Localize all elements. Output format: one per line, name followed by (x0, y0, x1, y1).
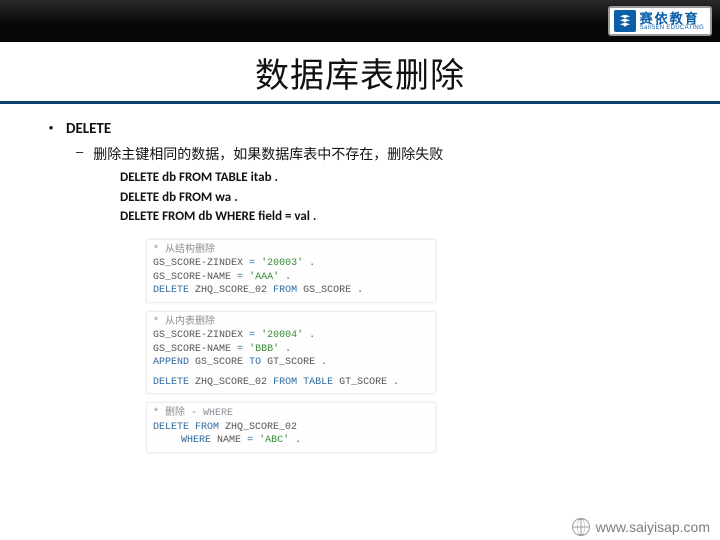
comment: * 从内表删除 (153, 317, 215, 328)
footer-url: www.saiyisap.com (596, 519, 710, 535)
snippet-2: * 从内表删除 GS_SCORE-ZINDEX = '20004' . GS_S… (146, 311, 436, 395)
content-area: • DELETE – 删除主键相同的数据，如果数据库表中不存在，删除失败 DEL… (0, 104, 720, 453)
code-line-3: DELETE FROM db WHERE field = val . (120, 207, 692, 227)
code-snippets: * 从结构删除 GS_SCORE-ZINDEX = '20003' . GS_S… (146, 239, 436, 453)
snippet-1: * 从结构删除 GS_SCORE-ZINDEX = '20003' . GS_S… (146, 239, 436, 303)
globe-icon (572, 518, 590, 536)
bullet-dash-icon: – (76, 144, 83, 164)
logo-icon (614, 10, 636, 32)
title-bar: 数据库表删除 (0, 42, 720, 104)
code-line-1: DELETE db FROM TABLE itab . (120, 168, 692, 188)
comment: * 从结构删除 (153, 245, 215, 256)
brand-logo: 赛依教育 SaiISEN EDUCATING (608, 6, 712, 36)
syntax-block: DELETE db FROM TABLE itab . DELETE db FR… (120, 168, 692, 227)
logo-text-en: SaiISEN EDUCATING (640, 25, 704, 31)
footer: www.saiyisap.com (572, 518, 710, 536)
bullet-l2: 删除主键相同的数据，如果数据库表中不存在，删除失败 (93, 144, 443, 164)
comment: * 删除 - WHERE (153, 408, 233, 419)
bullet-l1: DELETE (66, 120, 111, 138)
top-bar: 赛依教育 SaiISEN EDUCATING (0, 0, 720, 42)
bullet-dot-icon: • (48, 120, 54, 138)
page-title: 数据库表删除 (0, 48, 720, 97)
logo-text-cn: 赛依教育 (640, 12, 704, 25)
snippet-3: * 删除 - WHERE DELETE FROM ZHQ_SCORE_02 WH… (146, 402, 436, 453)
code-line-2: DELETE db FROM wa . (120, 188, 692, 208)
